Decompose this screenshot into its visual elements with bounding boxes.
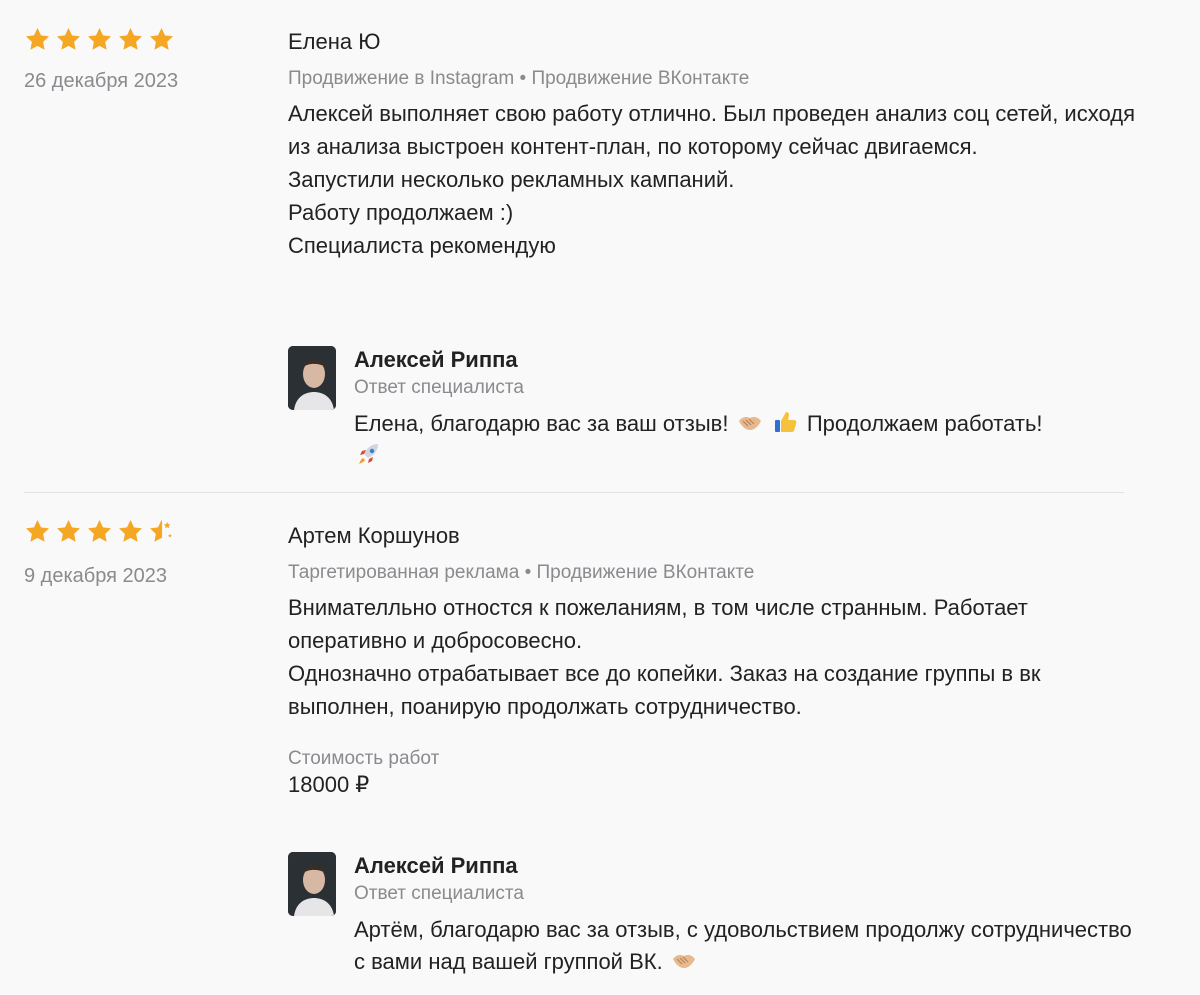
review-services: Таргетированная реклама • Продвижение ВК… — [288, 562, 755, 583]
star-icon — [55, 26, 82, 53]
avatar[interactable] — [288, 346, 336, 410]
star-icon — [55, 518, 82, 545]
star-icon — [117, 26, 144, 53]
reply-author[interactable]: Алексей Риппа — [354, 346, 1134, 374]
review-text: Алексей выполняет свою работу отлично. Б… — [288, 101, 1135, 258]
review-text: Внимателльно отностся к пожеланиям, в то… — [288, 595, 1041, 719]
rocket-icon — [359, 444, 378, 464]
avatar-photo-icon — [288, 346, 336, 410]
reply-role: Ответ специалиста — [354, 883, 524, 904]
star-icon — [148, 26, 175, 53]
star-half-icon — [148, 518, 175, 545]
reply-text: Артём, благодарю вас за отзыв, с удоволь… — [354, 914, 1134, 978]
review-author[interactable]: Артем Коршунов — [288, 523, 1138, 549]
reply-author[interactable]: Алексей Риппа — [354, 852, 1134, 880]
reply-text: Елена, благодарю вас за ваш отзыв! Продо… — [354, 408, 1134, 472]
review-date: 26 декабря 2023 — [24, 70, 179, 92]
handshake-icon — [738, 417, 761, 430]
avatar[interactable] — [288, 852, 336, 916]
rating-stars — [24, 518, 175, 545]
reply-text-part: Елена, благодарю вас за ваш отзыв! — [354, 411, 729, 436]
rating-stars — [24, 26, 175, 53]
cost-value: 18000 ₽ — [288, 772, 370, 797]
review-author[interactable]: Елена Ю — [288, 29, 1138, 55]
review-date: 9 декабря 2023 — [24, 565, 168, 587]
avatar-photo-icon — [288, 852, 336, 916]
cost-label: Стоимость работ — [288, 748, 440, 769]
reply-text-part: Артём, благодарю вас за отзыв, с удоволь… — [354, 917, 1132, 974]
handshake-icon — [672, 955, 695, 968]
reply-text-part: Продолжаем работать! — [806, 411, 1043, 436]
star-icon — [86, 26, 113, 53]
star-icon — [24, 518, 51, 545]
star-icon — [117, 518, 144, 545]
star-icon — [24, 26, 51, 53]
reply-role: Ответ специалиста — [354, 377, 524, 398]
star-icon — [86, 518, 113, 545]
review-services: Продвижение в Instagram • Продвижение ВК… — [288, 68, 750, 89]
review-divider — [24, 492, 1124, 493]
thumbs-up-icon — [774, 412, 797, 432]
